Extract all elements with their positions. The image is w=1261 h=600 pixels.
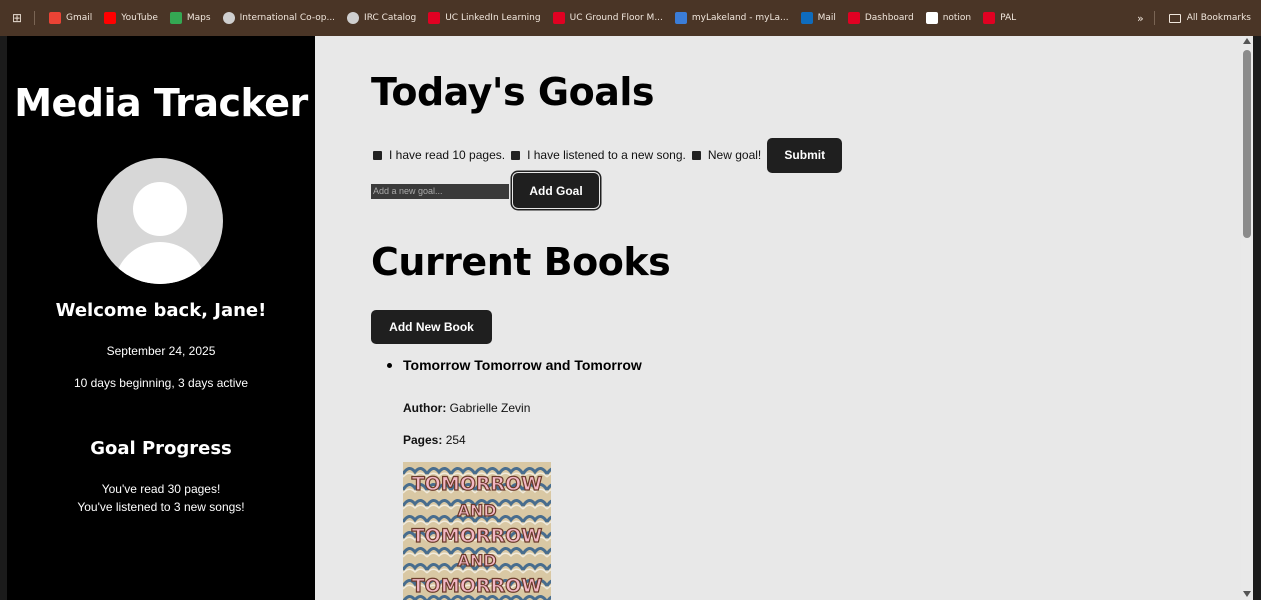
uc-icon bbox=[428, 12, 441, 24]
globe-icon bbox=[347, 12, 360, 24]
list-bullet bbox=[387, 363, 392, 368]
avatar-body bbox=[114, 242, 206, 284]
current-date: September 24, 2025 bbox=[106, 344, 216, 358]
sidebar: Media Tracker Welcome back, Jane! Septem… bbox=[7, 36, 315, 600]
cover-title-text: AND bbox=[457, 551, 496, 570]
bookmark-item[interactable]: UC Ground Floor M... bbox=[547, 7, 669, 29]
bookmark-item[interactable]: Gmail bbox=[43, 7, 98, 29]
folder-icon bbox=[1168, 13, 1181, 23]
books-heading: Current Books bbox=[371, 240, 671, 284]
add-goal-button[interactable]: Add Goal bbox=[513, 173, 599, 208]
progress-line: You've read 30 pages! bbox=[101, 482, 221, 496]
bookmark-label: IRC Catalog bbox=[364, 13, 417, 23]
bookmark-item[interactable]: IRC Catalog bbox=[341, 7, 422, 29]
bookmark-item[interactable]: Dashboard bbox=[842, 7, 920, 29]
pages-value: 254 bbox=[445, 433, 466, 447]
progress-line: You've listened to 3 new songs! bbox=[77, 500, 245, 514]
all-bookmarks-label: All Bookmarks bbox=[1186, 13, 1251, 23]
app-title: Media Tracker bbox=[14, 81, 308, 125]
bookmark-label: YouTube bbox=[121, 13, 158, 23]
cover-title-text: AND bbox=[457, 501, 496, 520]
bookmark-item[interactable]: Maps bbox=[164, 7, 217, 29]
bookmark-label: Gmail bbox=[66, 13, 93, 23]
bookmark-label: Dashboard bbox=[864, 13, 914, 23]
pages-label: Pages: bbox=[403, 433, 443, 447]
book-title: Tomorrow Tomorrow and Tomorrow bbox=[403, 357, 642, 373]
bookmarks-overflow-button[interactable]: » bbox=[1127, 12, 1154, 25]
bookmark-item[interactable]: notion bbox=[920, 7, 977, 29]
bookmark-item[interactable]: International Co-op... bbox=[217, 7, 341, 29]
bookmark-label: Maps bbox=[186, 13, 211, 23]
window-edge bbox=[1253, 36, 1261, 600]
scroll-down-arrow-icon[interactable] bbox=[1243, 591, 1251, 597]
apps-grid-icon[interactable]: ⊞ bbox=[0, 11, 34, 25]
gmail-icon bbox=[49, 12, 61, 24]
new-goal-input[interactable]: Add a new goal... bbox=[371, 184, 509, 199]
bookmark-label: Mail bbox=[817, 13, 836, 23]
maps-icon bbox=[169, 12, 182, 24]
bookmark-item[interactable]: UC LinkedIn Learning bbox=[422, 7, 546, 29]
uc-icon bbox=[983, 12, 996, 24]
bookmark-label: UC Ground Floor M... bbox=[569, 13, 663, 23]
bookmark-item[interactable]: Mail bbox=[795, 7, 842, 29]
notion-icon bbox=[925, 12, 938, 24]
cover-title-text: TOMORROW bbox=[412, 473, 543, 495]
author-value: Gabrielle Zevin bbox=[449, 401, 531, 415]
avatar-head bbox=[133, 182, 187, 236]
bookmark-label: PAL bbox=[1000, 13, 1017, 23]
youtube-icon bbox=[104, 12, 117, 24]
goals-heading: Today's Goals bbox=[371, 70, 655, 114]
scroll-up-arrow-icon[interactable] bbox=[1243, 38, 1251, 44]
add-book-button[interactable]: Add New Book bbox=[371, 310, 492, 344]
book-cover-image: TOMORROW AND TOMORROW AND TOMORROW bbox=[403, 462, 551, 600]
avatar bbox=[97, 158, 223, 284]
globe-icon bbox=[222, 12, 235, 24]
bookmarks-divider bbox=[34, 11, 35, 25]
bookmarks-right: » All Bookmarks bbox=[1120, 0, 1261, 36]
goal-label: New goal! bbox=[707, 148, 762, 162]
book-pages: Pages: 254 bbox=[403, 433, 466, 447]
lakeland-icon bbox=[674, 12, 687, 24]
bookmarks-list: Gmail YouTube Maps International Co-op... IR… bbox=[43, 7, 1022, 29]
goal-progress-title: Goal Progress bbox=[90, 438, 232, 459]
outlook-icon bbox=[800, 12, 813, 24]
bookmark-label: International Co-op... bbox=[239, 13, 336, 23]
book-author: Author: Gabrielle Zevin bbox=[403, 401, 530, 415]
goal-checkbox[interactable] bbox=[511, 150, 521, 160]
scrollbar[interactable] bbox=[1241, 36, 1253, 600]
uc-icon bbox=[552, 12, 565, 24]
welcome-message: Welcome back, Jane! bbox=[55, 300, 267, 321]
bookmarks-divider bbox=[1153, 11, 1155, 25]
bookmark-label: notion bbox=[942, 13, 972, 23]
main-content: Today's Goals I have read 10 pages. I ha… bbox=[315, 36, 1241, 600]
author-label: Author: bbox=[403, 401, 447, 415]
bookmark-label: myLakeland - myLa... bbox=[691, 13, 789, 23]
scrollbar-thumb[interactable] bbox=[1243, 50, 1251, 238]
goals-list: I have read 10 pages. I have listened to… bbox=[373, 137, 843, 173]
cover-title-text: TOMORROW bbox=[412, 575, 543, 597]
bookmark-item[interactable]: YouTube bbox=[98, 7, 164, 29]
all-bookmarks-button[interactable]: All Bookmarks bbox=[1163, 7, 1261, 29]
bookmark-item[interactable]: myLakeland - myLa... bbox=[669, 7, 795, 29]
uc-icon bbox=[847, 12, 860, 24]
cover-title-text: TOMORROW bbox=[412, 525, 543, 547]
bookmark-label: UC LinkedIn Learning bbox=[445, 13, 541, 23]
book-cover-art: TOMORROW AND TOMORROW AND TOMORROW bbox=[403, 462, 551, 600]
bookmark-item[interactable]: PAL bbox=[977, 7, 1022, 29]
goal-checkbox[interactable] bbox=[373, 150, 382, 160]
goal-label: I have listened to a new song. bbox=[527, 148, 686, 162]
streak-text: 10 days beginning, 3 days active bbox=[73, 376, 249, 390]
goal-label: I have read 10 pages. bbox=[389, 148, 506, 162]
submit-button[interactable]: Submit bbox=[767, 137, 843, 173]
bookmarks-bar: ⊞ Gmail YouTube Maps International Co-op...… bbox=[0, 0, 1261, 36]
goal-checkbox[interactable] bbox=[691, 150, 701, 160]
